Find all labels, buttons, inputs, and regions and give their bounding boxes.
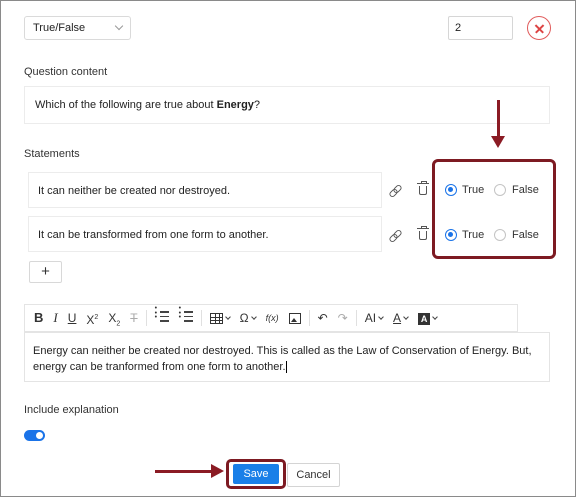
- chevron-down-icon: [224, 314, 231, 320]
- trash-icon[interactable]: [417, 181, 429, 195]
- text-color-icon: A: [393, 311, 402, 325]
- bg-color-button[interactable]: A: [418, 308, 438, 328]
- include-explanation-label: Include explanation: [24, 404, 119, 416]
- question-text-end: ?: [253, 99, 261, 111]
- points-input[interactable]: 2: [448, 16, 513, 40]
- table-button[interactable]: [209, 308, 231, 328]
- statements-label: Statements: [24, 148, 80, 160]
- explanation-text: Energy can neither be created nor destro…: [33, 345, 532, 373]
- chevron-down-icon: [378, 314, 384, 320]
- add-statement-button[interactable]: +: [29, 261, 62, 283]
- bg-color-icon: A: [418, 312, 431, 325]
- arrow-down-annotation: [491, 100, 505, 148]
- include-explanation-toggle[interactable]: [24, 430, 45, 441]
- close-icon[interactable]: [527, 16, 551, 40]
- image-icon: [288, 313, 301, 325]
- answer-highlight-box: [432, 159, 556, 259]
- italic-button[interactable]: I: [53, 308, 57, 328]
- toolbar-divider: [355, 310, 357, 326]
- question-content-label: Question content: [24, 66, 108, 78]
- chevron-down-icon: [250, 314, 257, 320]
- toolbar-divider: [145, 310, 147, 326]
- save-button[interactable]: Save: [233, 464, 279, 484]
- numbered-list-icon[interactable]: [179, 307, 193, 328]
- omega-icon: Ω: [239, 311, 249, 325]
- question-content-field[interactable]: Which of the following are true about En…: [24, 86, 550, 124]
- subscript-exp: 2: [116, 320, 121, 328]
- superscript-button[interactable]: X2: [86, 308, 98, 328]
- underline-button[interactable]: U: [68, 308, 77, 328]
- statement-field-1[interactable]: It can neither be created nor destroyed.: [28, 172, 382, 208]
- chevron-down-icon: [432, 314, 438, 320]
- arrow-right-annotation: [155, 464, 224, 478]
- clear-format-button[interactable]: T: [130, 308, 137, 328]
- redo-button[interactable]: ↷: [338, 308, 348, 328]
- table-icon: [209, 313, 223, 325]
- question-type-value: True/False: [33, 22, 86, 34]
- bullet-list-icon[interactable]: [155, 307, 169, 328]
- statement-field-2[interactable]: It can be transformed from one form to a…: [28, 216, 382, 252]
- editor-toolbar: B I U X2 X2 T Ω f(x) ↶ ↷ AI A A: [24, 304, 518, 332]
- chevron-down-icon: [114, 21, 124, 31]
- text-color-button[interactable]: A: [393, 308, 409, 328]
- image-button[interactable]: [288, 308, 301, 328]
- undo-button[interactable]: ↶: [318, 308, 328, 328]
- text-cursor: [285, 361, 287, 374]
- special-char-button[interactable]: Ω: [239, 308, 257, 328]
- link-icon[interactable]: [389, 229, 401, 241]
- chevron-down-icon: [403, 314, 409, 320]
- font-size-icon: AI: [364, 311, 377, 325]
- explanation-editor[interactable]: Energy can neither be created nor destro…: [24, 332, 550, 382]
- question-text-bold: Energy: [216, 99, 254, 111]
- toolbar-divider: [308, 310, 310, 326]
- toolbar-divider: [200, 310, 202, 326]
- trash-icon[interactable]: [417, 226, 429, 240]
- formula-button[interactable]: f(x): [266, 308, 279, 328]
- font-size-button[interactable]: AI: [364, 308, 384, 328]
- bold-button[interactable]: B: [34, 308, 43, 328]
- question-type-select[interactable]: True/False: [24, 16, 131, 40]
- subscript-button[interactable]: X2: [108, 308, 120, 328]
- link-icon[interactable]: [389, 184, 401, 196]
- cancel-button[interactable]: Cancel: [287, 463, 340, 487]
- superscript-exp: 2: [94, 314, 99, 321]
- question-text-start: Which of the following are true about: [35, 99, 217, 111]
